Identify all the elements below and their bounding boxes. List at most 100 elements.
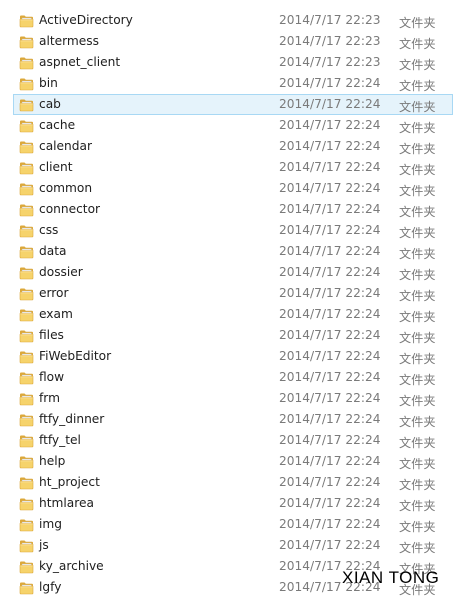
file-type: 文件夹 xyxy=(399,394,436,408)
file-type: 文件夹 xyxy=(399,163,436,177)
list-item[interactable]: FiWebEditor 2014/7/17 22:24 文件夹 xyxy=(0,346,459,367)
file-name: common xyxy=(39,181,93,195)
watermark-text: XIAN TONG xyxy=(342,568,440,587)
file-name: cache xyxy=(39,118,76,132)
modified-date: 2014/7/17 22:24 xyxy=(279,475,381,489)
modified-date: 2014/7/17 22:24 xyxy=(279,139,381,153)
file-name: bin xyxy=(39,76,58,90)
file-name: js xyxy=(39,538,49,552)
file-name: files xyxy=(39,328,64,342)
list-item[interactable]: htmlarea 2014/7/17 22:24 文件夹 xyxy=(0,493,459,514)
modified-date: 2014/7/17 22:24 xyxy=(279,223,381,237)
modified-date: 2014/7/17 22:24 xyxy=(279,181,381,195)
list-item[interactable]: ftfy_dinner 2014/7/17 22:24 文件夹 xyxy=(0,409,459,430)
file-type: 文件夹 xyxy=(399,436,436,450)
modified-date: 2014/7/17 22:24 xyxy=(279,496,381,510)
list-item[interactable]: css 2014/7/17 22:24 文件夹 xyxy=(0,220,459,241)
modified-date: 2014/7/17 22:24 xyxy=(279,433,381,447)
list-item[interactable]: calendar 2014/7/17 22:24 文件夹 xyxy=(0,136,459,157)
folder-icon xyxy=(19,560,34,574)
list-item[interactable]: altermess 2014/7/17 22:23 文件夹 xyxy=(0,31,459,52)
folder-icon xyxy=(19,224,34,238)
file-type: 文件夹 xyxy=(399,289,436,303)
file-name: htmlarea xyxy=(39,496,94,510)
list-item[interactable]: error 2014/7/17 22:24 文件夹 xyxy=(0,283,459,304)
list-item[interactable]: ht_project 2014/7/17 22:24 文件夹 xyxy=(0,472,459,493)
folder-icon xyxy=(19,539,34,553)
modified-date: 2014/7/17 22:23 xyxy=(279,13,381,27)
file-type: 文件夹 xyxy=(399,37,436,51)
modified-date: 2014/7/17 22:24 xyxy=(279,160,381,174)
folder-icon xyxy=(19,329,34,343)
file-type: 文件夹 xyxy=(399,352,436,366)
file-type: 文件夹 xyxy=(399,205,436,219)
list-item[interactable]: aspnet_client 2014/7/17 22:23 文件夹 xyxy=(0,52,459,73)
folder-icon xyxy=(19,581,34,595)
file-type: 文件夹 xyxy=(399,541,436,555)
folder-icon xyxy=(19,161,34,175)
modified-date: 2014/7/17 22:24 xyxy=(279,517,381,531)
file-type: 文件夹 xyxy=(399,79,436,93)
folder-icon xyxy=(19,119,34,133)
folder-icon xyxy=(19,518,34,532)
modified-date: 2014/7/17 22:24 xyxy=(279,265,381,279)
file-type: 文件夹 xyxy=(399,247,436,261)
file-type: 文件夹 xyxy=(399,121,436,135)
list-item[interactable]: cab 2014/7/17 22:24 文件夹 xyxy=(13,94,453,115)
file-name: ActiveDirectory xyxy=(39,13,133,27)
file-type: 文件夹 xyxy=(399,415,436,429)
file-name: exam xyxy=(39,307,73,321)
file-name: lgfy xyxy=(39,580,62,594)
file-name: aspnet_client xyxy=(39,55,121,69)
list-item[interactable]: img 2014/7/17 22:24 文件夹 xyxy=(0,514,459,535)
file-name: flow xyxy=(39,370,65,384)
folder-icon xyxy=(19,455,34,469)
modified-date: 2014/7/17 22:24 xyxy=(279,538,381,552)
list-item[interactable]: client 2014/7/17 22:24 文件夹 xyxy=(0,157,459,178)
folder-icon xyxy=(19,476,34,490)
list-item[interactable]: data 2014/7/17 22:24 文件夹 xyxy=(0,241,459,262)
folder-icon xyxy=(19,203,34,217)
file-type: 文件夹 xyxy=(399,142,436,156)
modified-date: 2014/7/17 22:24 xyxy=(279,349,381,363)
file-type: 文件夹 xyxy=(399,520,436,534)
list-item[interactable]: common 2014/7/17 22:24 文件夹 xyxy=(0,178,459,199)
modified-date: 2014/7/17 22:23 xyxy=(279,55,381,69)
folder-icon xyxy=(19,392,34,406)
file-name: ky_archive xyxy=(39,559,104,573)
list-item[interactable]: files 2014/7/17 22:24 文件夹 xyxy=(0,325,459,346)
file-name: frm xyxy=(39,391,60,405)
folder-icon xyxy=(19,98,34,112)
modified-date: 2014/7/17 22:23 xyxy=(279,34,381,48)
file-name: img xyxy=(39,517,62,531)
file-type: 文件夹 xyxy=(399,478,436,492)
folder-icon xyxy=(19,497,34,511)
list-item[interactable]: ftfy_tel 2014/7/17 22:24 文件夹 xyxy=(0,430,459,451)
list-item[interactable]: exam 2014/7/17 22:24 文件夹 xyxy=(0,304,459,325)
folder-icon xyxy=(19,182,34,196)
folder-icon xyxy=(19,245,34,259)
file-name: client xyxy=(39,160,73,174)
list-item[interactable]: ActiveDirectory 2014/7/17 22:23 文件夹 xyxy=(0,10,459,31)
file-type: 文件夹 xyxy=(399,331,436,345)
explorer-window: { "colors": { "folder_dark": "#dca83a", … xyxy=(0,0,459,598)
folder-icon xyxy=(19,77,34,91)
modified-date: 2014/7/17 22:24 xyxy=(279,118,381,132)
list-item[interactable]: bin 2014/7/17 22:24 文件夹 xyxy=(0,73,459,94)
folder-icon xyxy=(19,350,34,364)
list-item[interactable]: help 2014/7/17 22:24 文件夹 xyxy=(0,451,459,472)
file-list: ActiveDirectory 2014/7/17 22:23 文件夹 alte… xyxy=(0,10,459,598)
list-item[interactable]: flow 2014/7/17 22:24 文件夹 xyxy=(0,367,459,388)
file-name: error xyxy=(39,286,69,300)
file-name: ftfy_dinner xyxy=(39,412,105,426)
list-item[interactable]: cache 2014/7/17 22:24 文件夹 xyxy=(0,115,459,136)
file-name: altermess xyxy=(39,34,99,48)
list-item[interactable]: frm 2014/7/17 22:24 文件夹 xyxy=(0,388,459,409)
folder-icon xyxy=(19,140,34,154)
list-item[interactable]: connector 2014/7/17 22:24 文件夹 xyxy=(0,199,459,220)
list-item[interactable]: js 2014/7/17 22:24 文件夹 xyxy=(0,535,459,556)
modified-date: 2014/7/17 22:24 xyxy=(279,202,381,216)
file-name: ftfy_tel xyxy=(39,433,81,447)
folder-icon xyxy=(19,434,34,448)
list-item[interactable]: dossier 2014/7/17 22:24 文件夹 xyxy=(0,262,459,283)
